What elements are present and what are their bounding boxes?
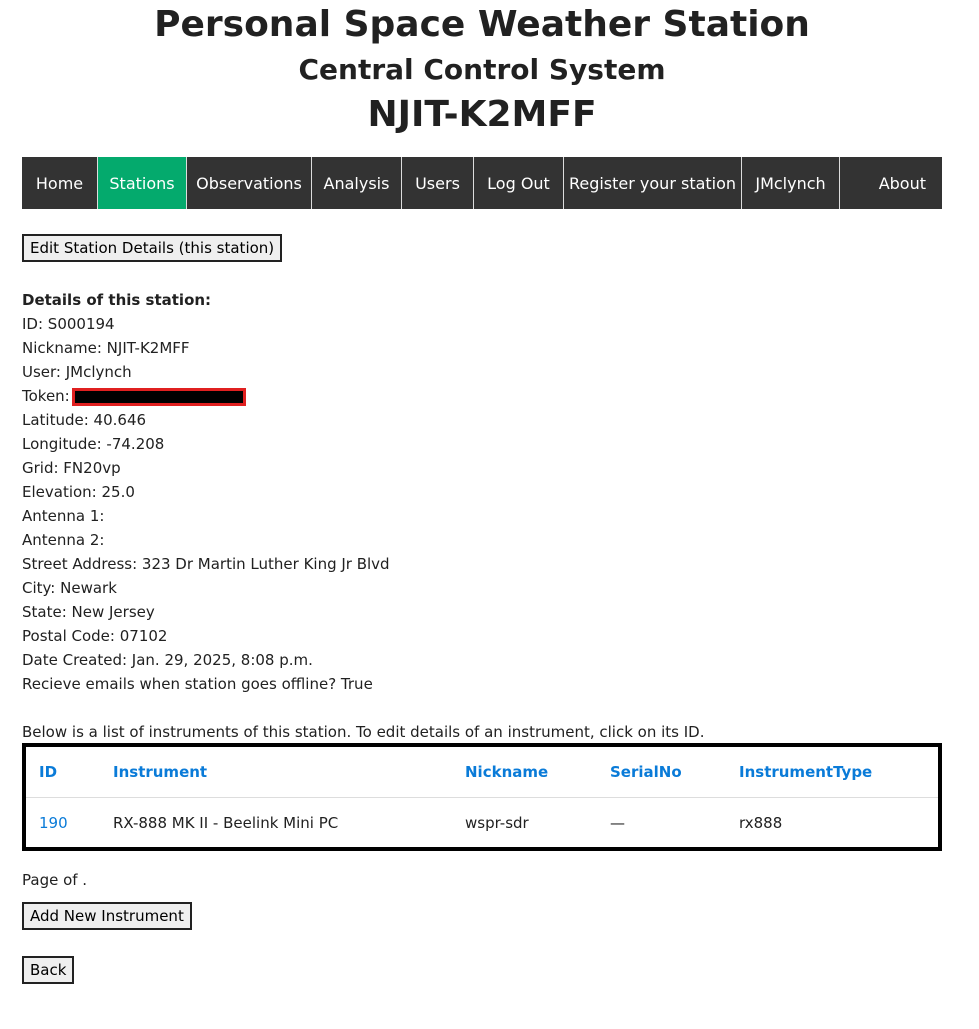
column-header-serialno[interactable]: SerialNo: [597, 747, 726, 798]
details-heading: Details of this station:: [22, 291, 212, 309]
nav-bar: Home Stations Observations Analysis User…: [22, 157, 942, 209]
page: Personal Space Weather Station Central C…: [22, 0, 942, 984]
instruments-intro: Below is a list of instruments of this s…: [22, 723, 705, 741]
column-header-nickname[interactable]: Nickname: [452, 747, 597, 798]
station-details: Details of this station: ID: S000194 Nic…: [22, 288, 390, 696]
detail-date-created: Date Created: Jan. 29, 2025, 8:08 p.m.: [22, 651, 313, 669]
detail-grid: Grid: FN20vp: [22, 459, 121, 477]
nav-observations[interactable]: Observations: [187, 157, 312, 209]
nav-about[interactable]: About: [840, 157, 942, 209]
detail-postal-code: Postal Code: 07102: [22, 627, 168, 645]
instrument-serial-cell: —: [610, 814, 625, 832]
detail-longitude: Longitude: -74.208: [22, 435, 165, 453]
nav-user-profile[interactable]: JMclynch: [742, 157, 840, 209]
column-header-instrumenttype[interactable]: InstrumentType: [726, 747, 938, 798]
detail-offline-emails: Recieve emails when station goes offline…: [22, 675, 373, 693]
instruments-table: ID Instrument Nickname SerialNo Instrume…: [22, 743, 942, 851]
detail-antenna-1: Antenna 1:: [22, 507, 105, 525]
detail-latitude: Latitude: 40.646: [22, 411, 147, 429]
add-instrument-button[interactable]: Add New Instrument: [22, 902, 192, 930]
edit-station-button[interactable]: Edit Station Details (this station): [22, 234, 283, 262]
detail-nickname: Nickname: NJIT-K2MFF: [22, 339, 190, 357]
pagination-text: Page of .: [22, 871, 88, 889]
nav-analysis[interactable]: Analysis: [312, 157, 402, 209]
table-header-row: ID Instrument Nickname SerialNo Instrume…: [26, 747, 938, 798]
detail-id: ID: S000194: [22, 315, 115, 333]
detail-elevation: Elevation: 25.0: [22, 483, 135, 501]
column-header-instrument[interactable]: Instrument: [100, 747, 452, 798]
detail-city: City: Newark: [22, 579, 117, 597]
nav-users[interactable]: Users: [402, 157, 474, 209]
nav-stations[interactable]: Stations: [98, 157, 187, 209]
nav-log-out[interactable]: Log Out: [474, 157, 564, 209]
token-label: Token:: [22, 387, 70, 405]
detail-token: Token:: [22, 384, 390, 408]
table-row: 190 RX-888 MK II - Beelink Mini PC wspr-…: [26, 798, 938, 849]
column-header-id[interactable]: ID: [26, 747, 100, 798]
back-button[interactable]: Back: [22, 956, 75, 984]
instrument-nickname-cell: wspr-sdr: [465, 814, 529, 832]
page-header: Personal Space Weather Station Central C…: [22, 4, 942, 136]
detail-antenna-2: Antenna 2:: [22, 531, 105, 549]
nav-home[interactable]: Home: [22, 157, 98, 209]
detail-state: State: New Jersey: [22, 603, 155, 621]
instrument-type-cell: rx888: [739, 814, 783, 832]
site-title: Personal Space Weather Station: [154, 4, 810, 45]
site-subtitle: Central Control System: [298, 53, 666, 86]
instrument-name-cell: RX-888 MK II - Beelink Mini PC: [113, 814, 339, 832]
token-redaction: [71, 387, 246, 406]
detail-street-address: Street Address: 323 Dr Martin Luther Kin…: [22, 555, 390, 573]
nav-register-station[interactable]: Register your station: [564, 157, 742, 209]
station-title: NJIT-K2MFF: [367, 94, 597, 135]
detail-user: User: JMclynch: [22, 363, 132, 381]
instrument-id-link[interactable]: 190: [39, 814, 68, 832]
